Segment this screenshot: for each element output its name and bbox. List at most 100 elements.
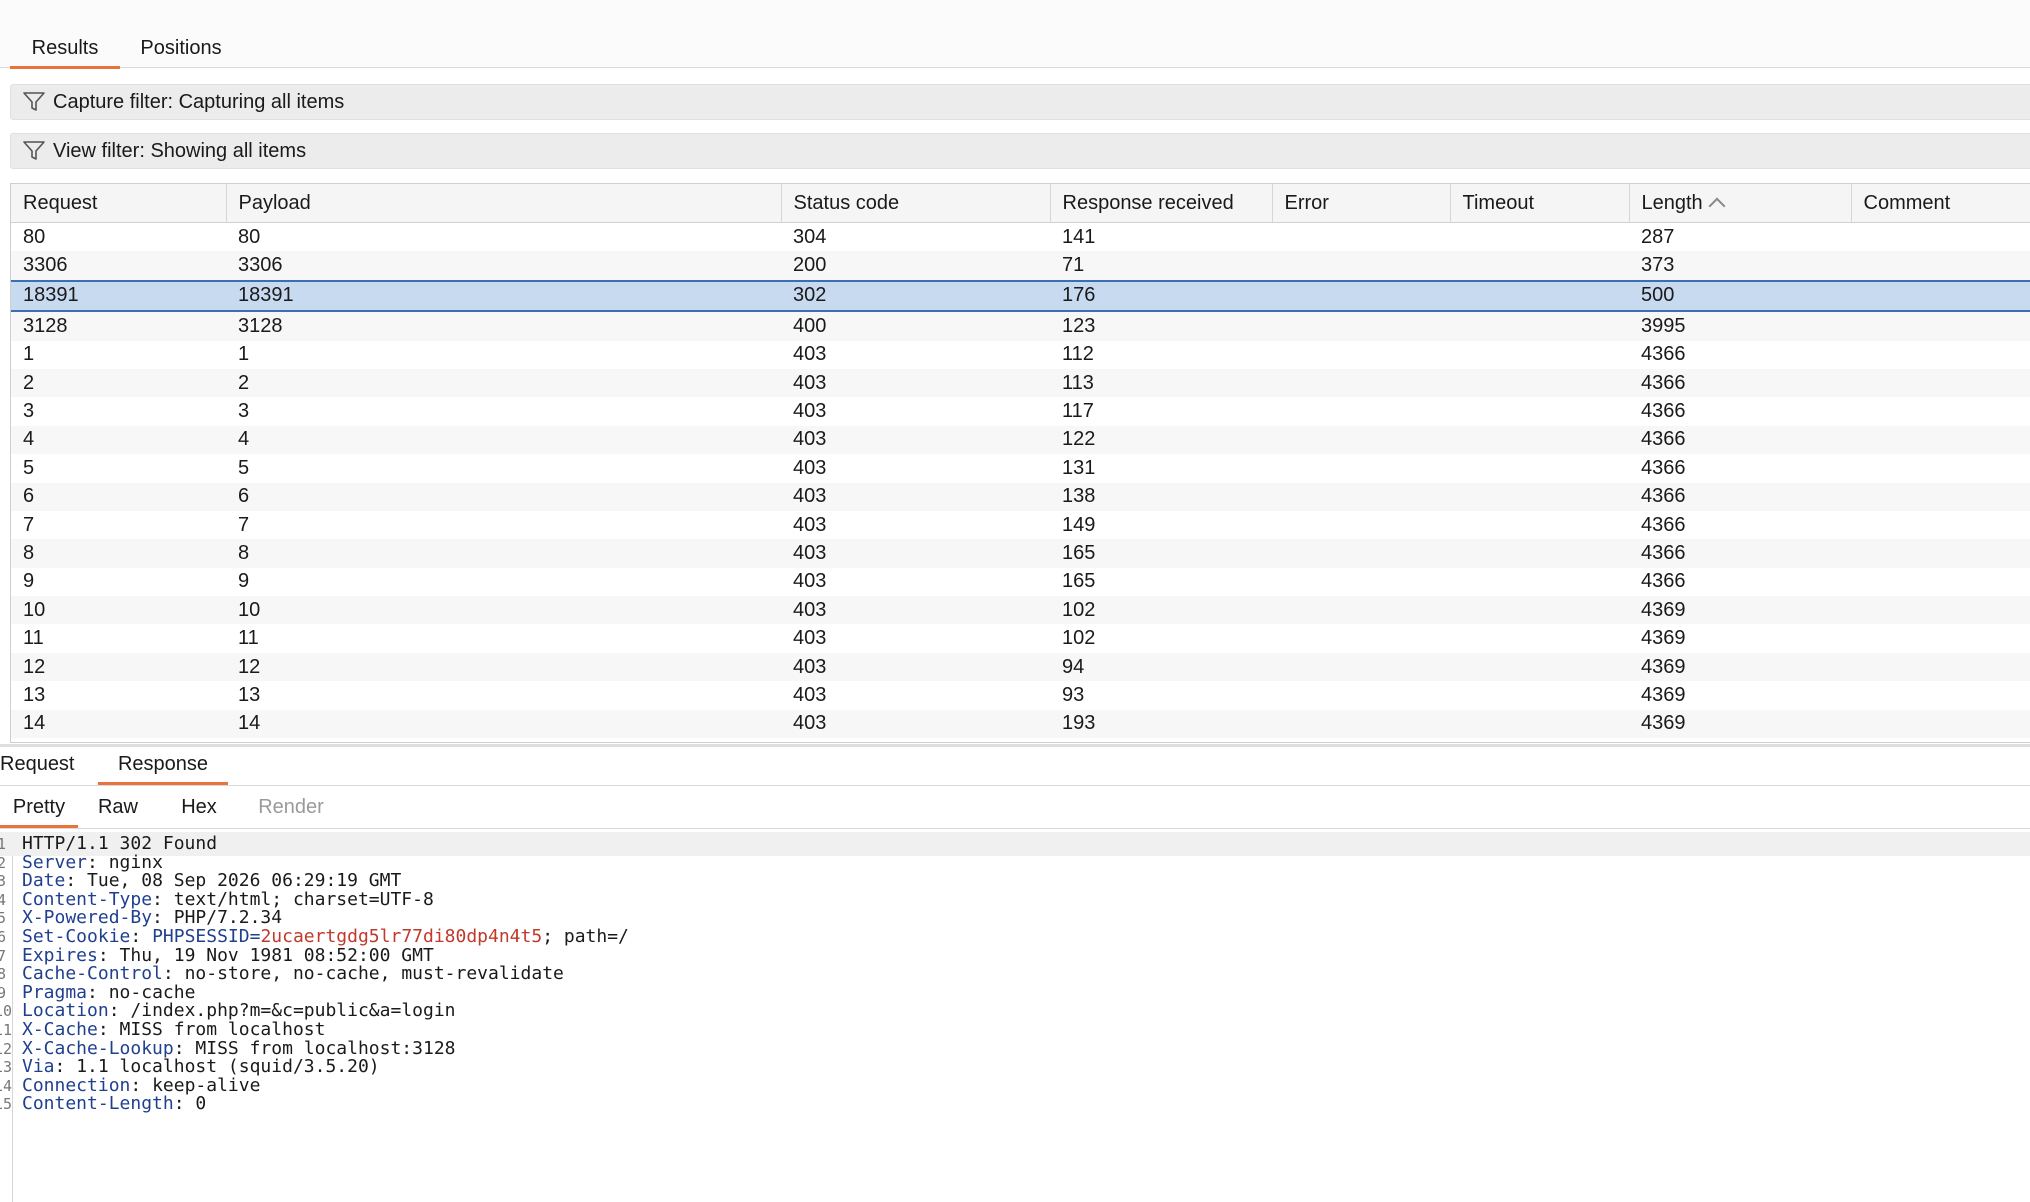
cell-status-code: 403 <box>781 652 1050 682</box>
table-row[interactable]: 11 11 403 102 4369 <box>11 624 2030 653</box>
cell-request: 2 <box>11 368 226 398</box>
header-separator: : <box>173 1093 196 1115</box>
column-header-comment[interactable]: Comment <box>1851 184 2030 223</box>
table-row[interactable]: 4 4 403 122 4366 <box>11 425 2030 455</box>
cell-payload: 3306 <box>226 251 781 281</box>
cell-payload: 5 <box>226 454 781 483</box>
cell-length: 3995 <box>1629 311 1851 341</box>
cell-payload: 3 <box>226 397 781 426</box>
cell-response-received: 93 <box>1050 681 1272 710</box>
table-row[interactable]: 12 12 403 94 4369 <box>11 652 2030 682</box>
cell-length: 4366 <box>1629 425 1851 455</box>
cell-status-code: 403 <box>781 454 1050 483</box>
cell-response-received: 113 <box>1050 368 1272 398</box>
tab-pretty[interactable]: Pretty <box>0 790 78 828</box>
cell-comment <box>1851 222 2030 252</box>
tab-hex[interactable]: Hex <box>178 790 220 825</box>
cell-length: 4366 <box>1629 567 1851 597</box>
column-header-response-received[interactable]: Response received <box>1050 184 1273 223</box>
cell-length: 4366 <box>1629 368 1851 398</box>
cell-payload: 3128 <box>226 311 781 341</box>
tab-response[interactable]: Response <box>98 747 228 785</box>
table-row[interactable]: 3128 3128 400 123 3995 <box>11 311 2030 341</box>
cell-payload: 14 <box>226 709 781 739</box>
table-row[interactable]: 5 5 403 131 4366 <box>11 454 2030 483</box>
cell-error <box>1272 596 1450 625</box>
cell-status-code: 400 <box>781 311 1050 341</box>
message-tab-bar: Request Response <box>0 747 2030 786</box>
view-filter-bar[interactable]: View filter: Showing all items <box>10 133 2030 169</box>
capture-filter-bar[interactable]: Capture filter: Capturing all items <box>10 84 2030 120</box>
tab-raw[interactable]: Raw <box>96 790 140 825</box>
cell-response-received: 102 <box>1050 624 1272 653</box>
cell-request: 1 <box>11 340 226 369</box>
tab-positions[interactable]: Positions <box>128 30 234 66</box>
cell-length: 4369 <box>1629 709 1851 739</box>
cell-request: 80 <box>11 222 226 252</box>
cell-response-received: 141 <box>1050 222 1272 252</box>
column-header-status-code[interactable]: Status code <box>781 184 1051 223</box>
cell-comment <box>1851 482 2030 511</box>
cell-status-code: 200 <box>781 251 1050 281</box>
cell-length: 500 <box>1629 279 1851 313</box>
column-header-request[interactable]: Request <box>11 184 227 223</box>
table-row[interactable]: 9 9 403 165 4366 <box>11 567 2030 597</box>
cell-length: 4366 <box>1629 482 1851 511</box>
cell-timeout <box>1450 454 1629 483</box>
cell-comment <box>1851 397 2030 426</box>
table-row[interactable]: 13 13 403 93 4369 <box>11 681 2030 710</box>
response-editor[interactable]: 1 HTTP/1.1 302 Found 2 Server: nginx 3 Date: … <box>0 832 2030 1202</box>
cell-payload: 8 <box>226 539 781 568</box>
cell-length: 4369 <box>1629 681 1851 710</box>
table-row[interactable]: 3306 3306 200 71 373 <box>11 251 2030 281</box>
column-header-timeout[interactable]: Timeout <box>1450 184 1630 223</box>
table-row[interactable]: 7 7 403 149 4366 <box>11 510 2030 540</box>
cell-payload: 7 <box>226 510 781 540</box>
table-row[interactable]: 14 14 403 193 4369 <box>11 709 2030 739</box>
tab-render[interactable]: Render <box>256 790 326 825</box>
table-row[interactable]: 2 2 403 113 4366 <box>11 368 2030 398</box>
cell-error <box>1272 652 1450 682</box>
cell-error <box>1272 510 1450 540</box>
cell-request: 3 <box>11 397 226 426</box>
cell-error <box>1272 222 1450 252</box>
column-header-error[interactable]: Error <box>1272 184 1451 223</box>
cell-timeout <box>1450 279 1629 313</box>
table-row[interactable]: 10 10 403 102 4369 <box>11 596 2030 625</box>
cell-comment <box>1851 425 2030 455</box>
cell-request: 5 <box>11 454 226 483</box>
column-header-length[interactable]: Length <box>1629 184 1852 223</box>
table-row[interactable]: 80 80 304 141 287 <box>11 222 2030 252</box>
cell-payload: 10 <box>226 596 781 625</box>
table-row[interactable]: 6 6 403 138 4366 <box>11 482 2030 511</box>
cell-response-received: 138 <box>1050 482 1272 511</box>
cell-length: 4366 <box>1629 397 1851 426</box>
cell-error <box>1272 397 1450 426</box>
column-header-payload[interactable]: Payload <box>226 184 782 223</box>
cell-length: 373 <box>1629 251 1851 281</box>
header-name: Content-Length <box>22 1093 174 1115</box>
table-row[interactable]: 1 1 403 112 4366 <box>11 340 2030 369</box>
cell-timeout <box>1450 425 1629 455</box>
cell-comment <box>1851 539 2030 568</box>
tab-request[interactable]: Request <box>0 747 75 782</box>
cell-status-code: 403 <box>781 709 1050 739</box>
table-row[interactable]: 18391 18391 302 176 500 <box>11 279 2030 313</box>
cell-request: 8 <box>11 539 226 568</box>
cell-payload: 2 <box>226 368 781 398</box>
cell-error <box>1272 311 1450 341</box>
cell-length: 4366 <box>1629 539 1851 568</box>
cell-timeout <box>1450 652 1629 682</box>
header-value: 0 <box>195 1093 207 1115</box>
cell-request: 3306 <box>11 251 226 281</box>
cell-error <box>1272 425 1450 455</box>
cell-timeout <box>1450 567 1629 597</box>
cell-timeout <box>1450 539 1629 568</box>
table-row[interactable]: 3 3 403 117 4366 <box>11 397 2030 426</box>
cell-payload: 12 <box>226 652 781 682</box>
tab-results[interactable]: Results <box>10 30 120 69</box>
table-row[interactable]: 8 8 403 165 4366 <box>11 539 2030 568</box>
cell-payload: 18391 <box>226 279 781 313</box>
column-header-length-label: Length <box>1641 191 1703 214</box>
cell-length: 4369 <box>1629 652 1851 682</box>
